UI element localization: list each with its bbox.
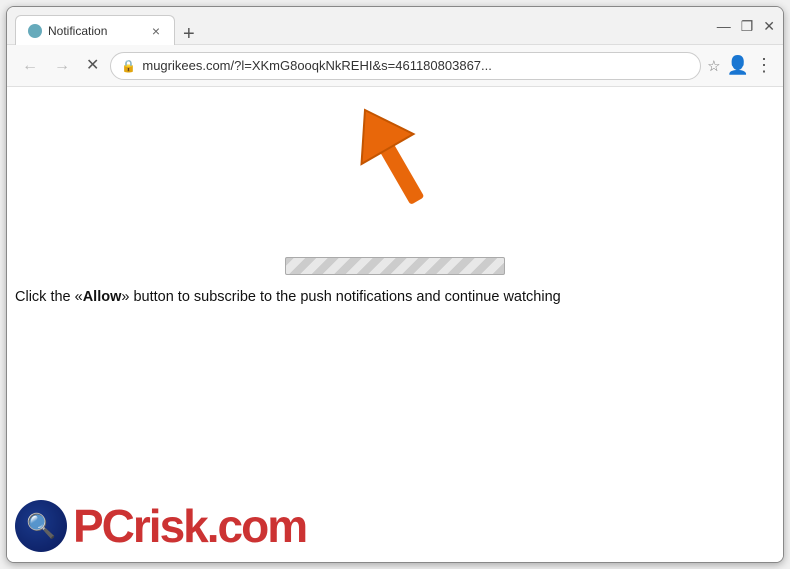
forward-button[interactable]: →: [49, 54, 75, 78]
stop-button[interactable]: ✕: [81, 54, 104, 78]
risk-text: risk.com: [133, 500, 306, 552]
minimize-button[interactable]: —: [717, 19, 731, 33]
close-button[interactable]: ✕: [763, 19, 775, 33]
back-button[interactable]: ←: [17, 54, 43, 78]
nav-bar: ← → ✕ 🔒 mugrikees.com/?l=XKmG8ooqkNkREHI…: [7, 45, 783, 87]
address-text: mugrikees.com/?l=XKmG8ooqkNkREHI&s=46118…: [142, 58, 690, 73]
pc-text: PC: [73, 500, 133, 552]
lock-icon: 🔒: [121, 59, 136, 73]
restore-button[interactable]: ❐: [741, 19, 754, 33]
window-controls: — ❐ ✕: [717, 19, 775, 33]
browser-tab[interactable]: Notification ×: [15, 15, 175, 45]
tab-favicon: [28, 24, 42, 38]
pcrisk-logo-icon: [15, 500, 67, 552]
notification-text: Click the «Allow» button to subscribe to…: [15, 287, 783, 309]
pcrisk-text: PCrisk.com: [73, 503, 306, 549]
browser-window: Notification × + — ❐ ✕ ← → ✕ 🔒 mugrikees…: [6, 6, 784, 563]
tab-close-button[interactable]: ×: [150, 22, 162, 40]
title-bar: Notification × + — ❐ ✕: [7, 7, 783, 45]
menu-icon[interactable]: ⋮: [755, 55, 773, 76]
page-content: Click the «Allow» button to subscribe to…: [7, 87, 783, 562]
arrow-container: [335, 97, 455, 232]
profile-icon[interactable]: 👤: [727, 55, 749, 76]
allow-label: Allow: [83, 289, 122, 305]
progress-bar: [285, 257, 505, 275]
tab-area: Notification × +: [15, 7, 717, 44]
bookmark-icon[interactable]: ☆: [707, 57, 720, 75]
orange-arrow-icon: [335, 97, 455, 227]
tab-title: Notification: [48, 24, 144, 38]
pcrisk-watermark: PCrisk.com: [15, 500, 306, 552]
new-tab-button[interactable]: +: [183, 24, 195, 44]
address-bar[interactable]: 🔒 mugrikees.com/?l=XKmG8ooqkNkREHI&s=461…: [110, 52, 701, 80]
progress-bar-area: [285, 257, 505, 275]
